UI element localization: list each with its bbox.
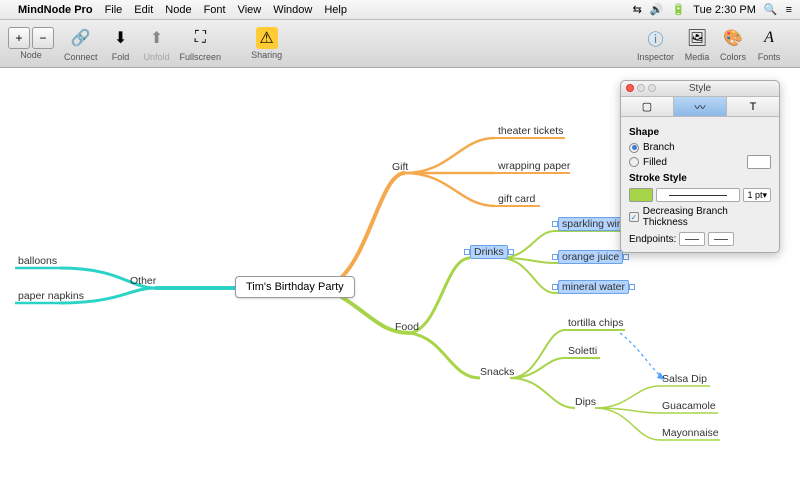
tool-unfold[interactable]: ⬆ Unfold	[144, 25, 170, 62]
menu-edit[interactable]: Edit	[134, 4, 153, 16]
style-titlebar[interactable]: Style	[621, 81, 779, 97]
node-theater-tickets[interactable]: theater tickets	[498, 125, 563, 137]
node-food[interactable]: Food	[395, 321, 419, 333]
spotlight-icon[interactable]: 🔍	[764, 3, 778, 16]
app-name[interactable]: MindNode Pro	[18, 4, 93, 16]
node-tortilla-chips[interactable]: tortilla chips	[568, 317, 623, 329]
tool-sharing[interactable]: ⚠ Sharing	[251, 27, 282, 60]
menubar-clock[interactable]: Tue 2:30 PM	[693, 4, 756, 16]
remove-node-button[interactable]: −	[32, 27, 54, 49]
node-snacks[interactable]: Snacks	[480, 366, 514, 378]
sharing-icon: ⚠	[256, 27, 278, 49]
volume-icon[interactable]: 🔊	[650, 3, 664, 16]
tool-colors[interactable]: 🎨 Colors	[720, 25, 746, 62]
notification-icon[interactable]: ≡	[786, 4, 792, 16]
battery-icon[interactable]: 🔋	[672, 3, 686, 16]
checkbox-decreasing[interactable]: ✓	[629, 212, 639, 222]
stroke-section-title: Stroke Style	[629, 173, 771, 184]
tool-media[interactable]: 🖼 Media	[684, 25, 710, 62]
node-gift[interactable]: Gift	[392, 161, 408, 173]
radio-branch[interactable]	[629, 143, 639, 153]
tool-fonts[interactable]: A Fonts	[756, 25, 782, 62]
tool-inspector[interactable]: ⓘ Inspector	[637, 25, 674, 62]
tool-fold[interactable]: ⬇ Fold	[108, 25, 134, 62]
wifi-icon[interactable]: ⇆	[633, 3, 642, 16]
style-tab-node[interactable]: ▢	[621, 97, 674, 116]
colors-icon: 🎨	[720, 25, 746, 51]
node-dips[interactable]: Dips	[575, 396, 596, 408]
root-label: Tim's Birthday Party	[246, 281, 344, 293]
menu-file[interactable]: File	[105, 4, 123, 16]
menu-node[interactable]: Node	[165, 4, 191, 16]
fill-color-swatch[interactable]	[747, 155, 771, 169]
style-panel[interactable]: Style ▢ 〰 T Shape Branch Filled Stroke S…	[620, 80, 780, 253]
node-orange-juice[interactable]: orange juice	[552, 251, 629, 263]
inspector-icon: ⓘ	[642, 25, 668, 51]
toolbar: + − Node 🔗 Connect ⬇ Fold ⬆ Unfold ⛶ Ful…	[0, 20, 800, 68]
node-paper-napkins[interactable]: paper napkins	[18, 290, 84, 302]
stroke-width-select[interactable]: 1 pt ▾	[743, 188, 771, 202]
menu-view[interactable]: View	[238, 4, 262, 16]
tool-fullscreen[interactable]: ⛶ Fullscreen	[180, 25, 222, 62]
node-other[interactable]: Other	[130, 275, 156, 287]
add-node-button[interactable]: +	[8, 27, 30, 49]
node-guacamole[interactable]: Guacamole	[662, 400, 716, 412]
node-gift-card[interactable]: gift card	[498, 193, 535, 205]
menu-help[interactable]: Help	[324, 4, 347, 16]
node-mayonnaise[interactable]: Mayonnaise	[662, 427, 719, 439]
shape-branch-option[interactable]: Branch	[629, 142, 771, 153]
node-balloons[interactable]: balloons	[18, 255, 57, 267]
endpoint-end-select[interactable]	[708, 232, 734, 246]
node-mineral-water[interactable]: mineral water	[552, 281, 635, 293]
menu-bar: MindNode Pro File Edit Node Font View Wi…	[0, 0, 800, 20]
tool-connect[interactable]: 🔗 Connect	[64, 25, 98, 62]
shape-section-title: Shape	[629, 127, 771, 138]
style-panel-title: Style	[689, 83, 711, 94]
fonts-icon: A	[756, 25, 782, 51]
node-soletti[interactable]: Soletti	[568, 345, 597, 357]
connect-icon: 🔗	[68, 25, 94, 51]
media-icon: 🖼	[684, 25, 710, 51]
stroke-style-select[interactable]	[656, 188, 740, 202]
menu-window[interactable]: Window	[273, 4, 312, 16]
style-tab-text[interactable]: T	[727, 97, 779, 116]
endpoints-label: Endpoints:	[629, 234, 676, 245]
node-salsa-dip[interactable]: Salsa Dip	[662, 373, 707, 385]
endpoint-start-select[interactable]	[679, 232, 705, 246]
tool-node-label: Node	[20, 50, 42, 60]
shape-filled-option[interactable]: Filled	[629, 155, 771, 169]
fullscreen-icon: ⛶	[187, 25, 213, 51]
fold-icon: ⬇	[108, 25, 134, 51]
style-tab-branch[interactable]: 〰	[674, 97, 727, 116]
zoom-icon[interactable]	[648, 84, 656, 92]
close-icon[interactable]	[626, 84, 634, 92]
stroke-color-swatch[interactable]	[629, 188, 653, 202]
decreasing-thickness-option[interactable]: ✓ Decreasing Branch Thickness	[629, 206, 771, 228]
node-wrapping-paper[interactable]: wrapping paper	[498, 160, 570, 172]
unfold-icon: ⬆	[144, 25, 170, 51]
tool-node-group: + − Node	[8, 27, 54, 60]
menu-font[interactable]: Font	[204, 4, 226, 16]
root-node[interactable]: Tim's Birthday Party	[235, 276, 355, 298]
node-drinks[interactable]: Drinks	[464, 246, 514, 258]
minimize-icon[interactable]	[637, 84, 645, 92]
style-tabs: ▢ 〰 T	[621, 97, 779, 117]
radio-filled[interactable]	[629, 157, 639, 167]
